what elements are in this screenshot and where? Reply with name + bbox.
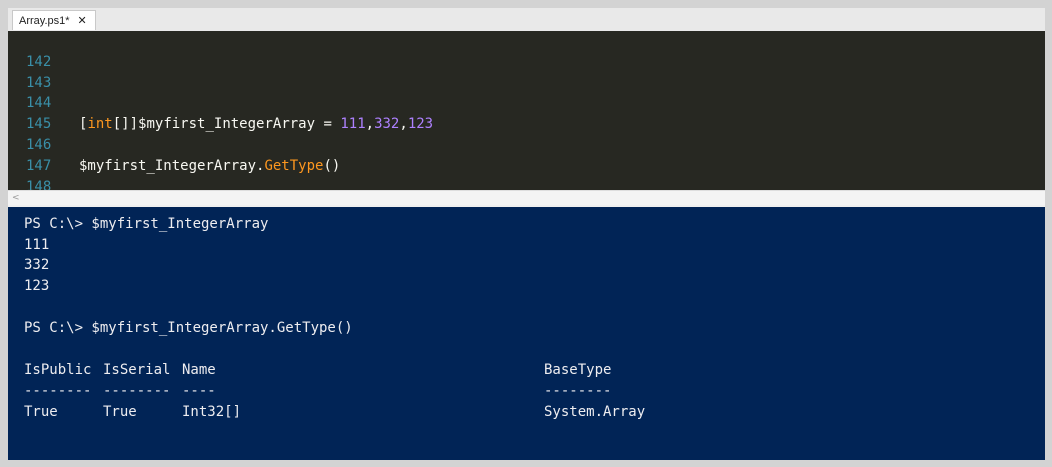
table-dash-row: -------- -------- ---- -------- <box>24 381 1024 401</box>
console-output: 123 <box>24 278 50 294</box>
table-cell: True <box>103 404 137 420</box>
table-header-row: IsPublic IsSerial Name BaseType <box>24 360 1024 380</box>
tab-title: Array.ps1* <box>19 14 70 27</box>
editor-line: 146 $myfirst_IntegerArray.GetType() <box>8 114 1045 174</box>
table-dashes: -------- <box>544 383 612 399</box>
table-dashes: ---- <box>182 383 216 399</box>
editor-line: 148 <box>8 156 1045 190</box>
table-header: BaseType <box>544 362 612 378</box>
editor-line: 147 <box>8 135 1045 174</box>
editor-line: 144 [int[]]$myfirst_IntegerArray = 111,3… <box>8 73 1045 132</box>
close-icon[interactable]: ✕ <box>78 15 87 26</box>
table-header: Name <box>182 362 216 378</box>
editor-line: 145 <box>8 93 1045 132</box>
console-pane[interactable]: PS C:\> $myfirst_IntegerArray 111 332 12… <box>8 207 1045 460</box>
table-header: IsPublic <box>24 362 92 378</box>
editor-line: 143 <box>8 52 1045 91</box>
tab-array-ps1[interactable]: Array.ps1* ✕ <box>12 10 96 30</box>
table-header: IsSerial <box>103 362 171 378</box>
console-output: 111 <box>24 236 50 253</box>
table-dashes: -------- <box>103 383 171 399</box>
table-cell: True <box>24 404 58 420</box>
scroll-left-icon[interactable]: < <box>12 191 20 205</box>
console-prompt: PS C:\> $myfirst_IntegerArray <box>24 216 269 232</box>
editor-line: 142 <box>8 31 1045 70</box>
script-editor[interactable]: 142 143 144 [int[]]$myfirst_IntegerArray… <box>8 31 1045 190</box>
table-dashes: -------- <box>24 383 92 399</box>
table-row: True True Int32[] System.Array <box>24 402 1024 422</box>
table-cell: Int32[] <box>182 404 242 420</box>
tab-strip: Array.ps1* ✕ <box>8 8 1045 32</box>
editor-line: 149 <box>8 177 1045 190</box>
ise-window: Array.ps1* ✕ 142 143 144 [int[]]$myfirst… <box>8 8 1045 460</box>
console-output: 332 <box>24 257 50 273</box>
horizontal-scrollbar[interactable]: < <box>8 190 1045 205</box>
table-cell: System.Array <box>544 404 646 420</box>
console-prompt: PS C:\> $myfirst_IntegerArray.GetType() <box>24 320 353 336</box>
